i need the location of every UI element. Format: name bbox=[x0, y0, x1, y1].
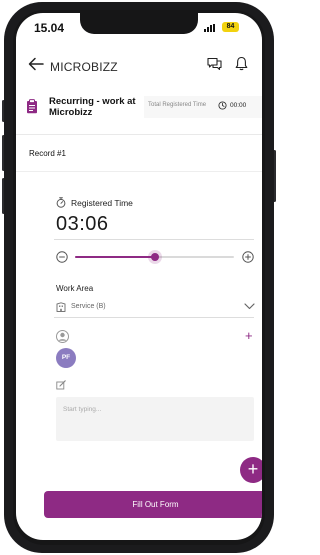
app-title: MICROBIZZ bbox=[50, 60, 118, 74]
clipboard-icon bbox=[27, 99, 37, 114]
registered-time-value[interactable]: 03:06 bbox=[56, 213, 109, 236]
minus-circle-icon[interactable] bbox=[56, 251, 68, 263]
divider bbox=[16, 171, 262, 172]
work-area-select[interactable]: Service (B) bbox=[71, 303, 106, 310]
task-info: Recurring - work at Microbizz bbox=[16, 91, 146, 133]
fill-out-form-button[interactable]: Fill Out Form bbox=[44, 491, 262, 518]
app-header: MICROBIZZ bbox=[16, 51, 262, 81]
registered-time-label: Registered Time bbox=[71, 198, 133, 208]
total-time-box: Total Registered Time 00:00 bbox=[144, 96, 262, 118]
time-slider[interactable] bbox=[75, 250, 234, 264]
app-screen: 15.04 84 MICROBIZZ Recurring - work at M… bbox=[16, 13, 262, 540]
signal-icon bbox=[204, 24, 215, 32]
chat-icon[interactable] bbox=[207, 57, 222, 71]
divider bbox=[16, 134, 262, 135]
work-area-label: Work Area bbox=[56, 284, 94, 293]
stopwatch-icon bbox=[56, 197, 66, 208]
status-time: 15.04 bbox=[34, 21, 65, 35]
bell-icon[interactable] bbox=[235, 56, 248, 71]
battery-icon: 84 bbox=[222, 22, 239, 32]
divider bbox=[54, 239, 254, 240]
notes-input[interactable]: Start typing... bbox=[56, 397, 254, 441]
task-title: Recurring - work at Microbizz bbox=[49, 96, 136, 118]
add-fab-button[interactable]: + bbox=[240, 457, 262, 483]
building-icon bbox=[56, 302, 66, 312]
avatar[interactable]: PF bbox=[56, 348, 76, 368]
slider-thumb[interactable] bbox=[150, 253, 159, 261]
add-participant-button[interactable]: + bbox=[245, 329, 253, 342]
record-label: Record #1 bbox=[29, 149, 66, 158]
person-icon bbox=[56, 330, 69, 343]
slider-fill bbox=[75, 256, 155, 258]
edit-icon bbox=[56, 380, 66, 390]
total-time-label: Total Registered Time bbox=[148, 102, 207, 108]
notes-placeholder: Start typing... bbox=[63, 406, 102, 413]
task-card: Recurring - work at Microbizz Total Regi… bbox=[16, 91, 262, 133]
total-time-value: 00:00 bbox=[230, 102, 247, 109]
phone-mockup: 15.04 84 MICROBIZZ Recurring - work at M… bbox=[0, 0, 278, 555]
divider bbox=[54, 317, 254, 318]
clock-icon bbox=[218, 101, 227, 110]
back-arrow-icon[interactable] bbox=[28, 57, 44, 71]
plus-circle-icon[interactable] bbox=[242, 251, 254, 263]
status-bar: 15.04 84 bbox=[16, 13, 262, 43]
chevron-down-icon[interactable] bbox=[244, 303, 255, 310]
